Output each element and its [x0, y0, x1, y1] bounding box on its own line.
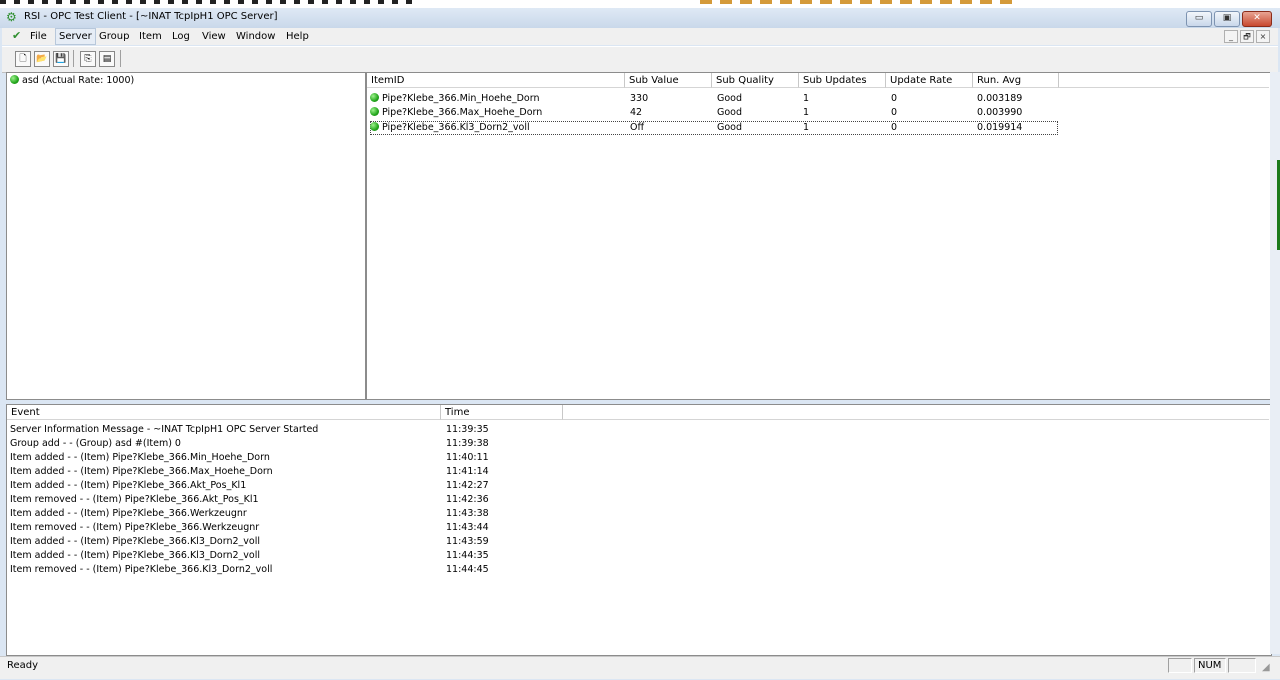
menu-help[interactable]: Help: [283, 29, 312, 44]
col-header-update-rate[interactable]: Update Rate: [886, 73, 973, 88]
col-header-itemid[interactable]: ItemID: [367, 73, 625, 88]
new-icon[interactable]: 🗋: [15, 51, 31, 67]
update-rate: 0: [891, 107, 898, 118]
col-header-event[interactable]: Event: [7, 405, 441, 420]
status-text: Ready: [7, 660, 39, 671]
sub-quality: Good: [717, 122, 743, 133]
toolbar-separator: [120, 50, 121, 67]
minimize-button[interactable]: ▭: [1186, 11, 1212, 27]
col-header-sub-updates[interactable]: Sub Updates: [799, 73, 886, 88]
run-avg: 0.003990: [977, 107, 1023, 118]
group-item[interactable]: asd (Actual Rate: 1000): [10, 74, 134, 88]
open-icon[interactable]: 📂: [34, 51, 50, 67]
sub-updates: 1: [803, 93, 810, 104]
checkmark-icon: ✔: [12, 29, 22, 42]
status-bar: [0, 656, 1280, 679]
properties-icon[interactable]: ▤: [99, 51, 115, 67]
toolbar: [2, 46, 1278, 73]
col-header-filler: [563, 405, 1269, 420]
menu-item[interactable]: Item: [136, 29, 165, 44]
menu-group[interactable]: Group: [96, 29, 132, 44]
status-indicator-caps: [1168, 658, 1192, 673]
sub-quality: Good: [717, 93, 743, 104]
mdi-close-button[interactable]: ×: [1256, 30, 1270, 43]
log-time: 11:42:27: [446, 480, 489, 491]
background-strip: [0, 0, 1280, 8]
group-tree-pane[interactable]: [6, 72, 366, 400]
menu-log[interactable]: Log: [169, 29, 193, 44]
table-row[interactable]: Pipe?Klebe_366.Min_Hoehe_Dorn: [370, 92, 539, 106]
col-header-filler: [1059, 73, 1269, 88]
log-time: 11:43:44: [446, 522, 489, 533]
log-time: 11:40:11: [446, 452, 489, 463]
log-time: 11:44:35: [446, 550, 489, 561]
item-id: Pipe?Klebe_366.Max_Hoehe_Dorn: [382, 107, 543, 118]
window-title: RSI - OPC Test Client - [~INAT TcpIpH1 O…: [24, 11, 278, 22]
sub-updates: 1: [803, 122, 810, 133]
log-event[interactable]: Item added - - (Item) Pipe?Klebe_366.Wer…: [10, 507, 247, 521]
opc-app-icon[interactable]: ⚙: [6, 10, 20, 24]
log-time: 11:41:14: [446, 466, 489, 477]
log-time: 11:43:38: [446, 508, 489, 519]
save-icon[interactable]: 💾: [53, 51, 69, 67]
menu-file[interactable]: File: [27, 29, 50, 44]
menu-view[interactable]: View: [199, 29, 229, 44]
mdi-minimize-button[interactable]: _: [1224, 30, 1238, 43]
log-event[interactable]: Item added - - (Item) Pipe?Klebe_366.Kl3…: [10, 549, 260, 563]
log-time: 11:42:36: [446, 494, 489, 505]
log-event[interactable]: Item added - - (Item) Pipe?Klebe_366.Min…: [10, 451, 270, 465]
status-ok-icon: [10, 75, 19, 84]
copy-icon[interactable]: ⎘: [80, 51, 96, 67]
log-time: 11:44:45: [446, 564, 489, 575]
col-header-run-avg[interactable]: Run. Avg: [973, 73, 1059, 88]
status-indicator-num: NUM: [1194, 658, 1226, 673]
sub-value: Off: [630, 122, 645, 133]
close-button[interactable]: ✕: [1242, 11, 1272, 27]
menu-bar: [2, 28, 1278, 45]
log-event[interactable]: Item removed - - (Item) Pipe?Klebe_366.K…: [10, 563, 272, 577]
log-time: 11:39:35: [446, 424, 489, 435]
sub-quality: Good: [717, 107, 743, 118]
run-avg: 0.019914: [977, 122, 1023, 133]
sub-updates: 1: [803, 107, 810, 118]
update-rate: 0: [891, 93, 898, 104]
mdi-restore-button[interactable]: 🗗: [1240, 30, 1254, 43]
status-ok-icon: [370, 122, 379, 131]
toolbar-separator: [73, 50, 74, 67]
col-header-sub-value[interactable]: Sub Value: [625, 73, 712, 88]
log-event[interactable]: Item added - - (Item) Pipe?Klebe_366.Akt…: [10, 479, 246, 493]
table-row[interactable]: Pipe?Klebe_366.Kl3_Dorn2_voll: [370, 121, 530, 135]
log-event[interactable]: Item added - - (Item) Pipe?Klebe_366.Kl3…: [10, 535, 260, 549]
menu-window[interactable]: Window: [233, 29, 278, 44]
run-avg: 0.003189: [977, 93, 1023, 104]
item-id: Pipe?Klebe_366.Min_Hoehe_Dorn: [382, 93, 540, 104]
log-event[interactable]: Item removed - - (Item) Pipe?Klebe_366.W…: [10, 521, 259, 535]
status-ok-icon: [370, 107, 379, 116]
log-event[interactable]: Server Information Message - ~INAT TcpIp…: [10, 423, 318, 437]
sub-value: 330: [630, 93, 649, 104]
item-id: Pipe?Klebe_366.Kl3_Dorn2_voll: [382, 122, 530, 133]
status-indicator-scroll: [1228, 658, 1256, 673]
maximize-button[interactable]: ▣: [1214, 11, 1240, 27]
status-ok-icon: [370, 93, 379, 102]
resize-grip-icon[interactable]: ◢: [1262, 662, 1276, 676]
table-row[interactable]: Pipe?Klebe_366.Max_Hoehe_Dorn: [370, 106, 542, 120]
log-time: 11:43:59: [446, 536, 489, 547]
log-event[interactable]: Item removed - - (Item) Pipe?Klebe_366.A…: [10, 493, 259, 507]
col-header-sub-quality[interactable]: Sub Quality: [712, 73, 799, 88]
col-header-time[interactable]: Time: [441, 405, 563, 420]
group-label: asd (Actual Rate: 1000): [22, 75, 135, 86]
log-time: 11:39:38: [446, 438, 489, 449]
log-event[interactable]: Item added - - (Item) Pipe?Klebe_366.Max…: [10, 465, 273, 479]
sub-value: 42: [630, 107, 643, 118]
log-event[interactable]: Group add - - (Group) asd #(Item) 0: [10, 437, 181, 451]
menu-server[interactable]: Server: [55, 28, 96, 45]
update-rate: 0: [891, 122, 898, 133]
